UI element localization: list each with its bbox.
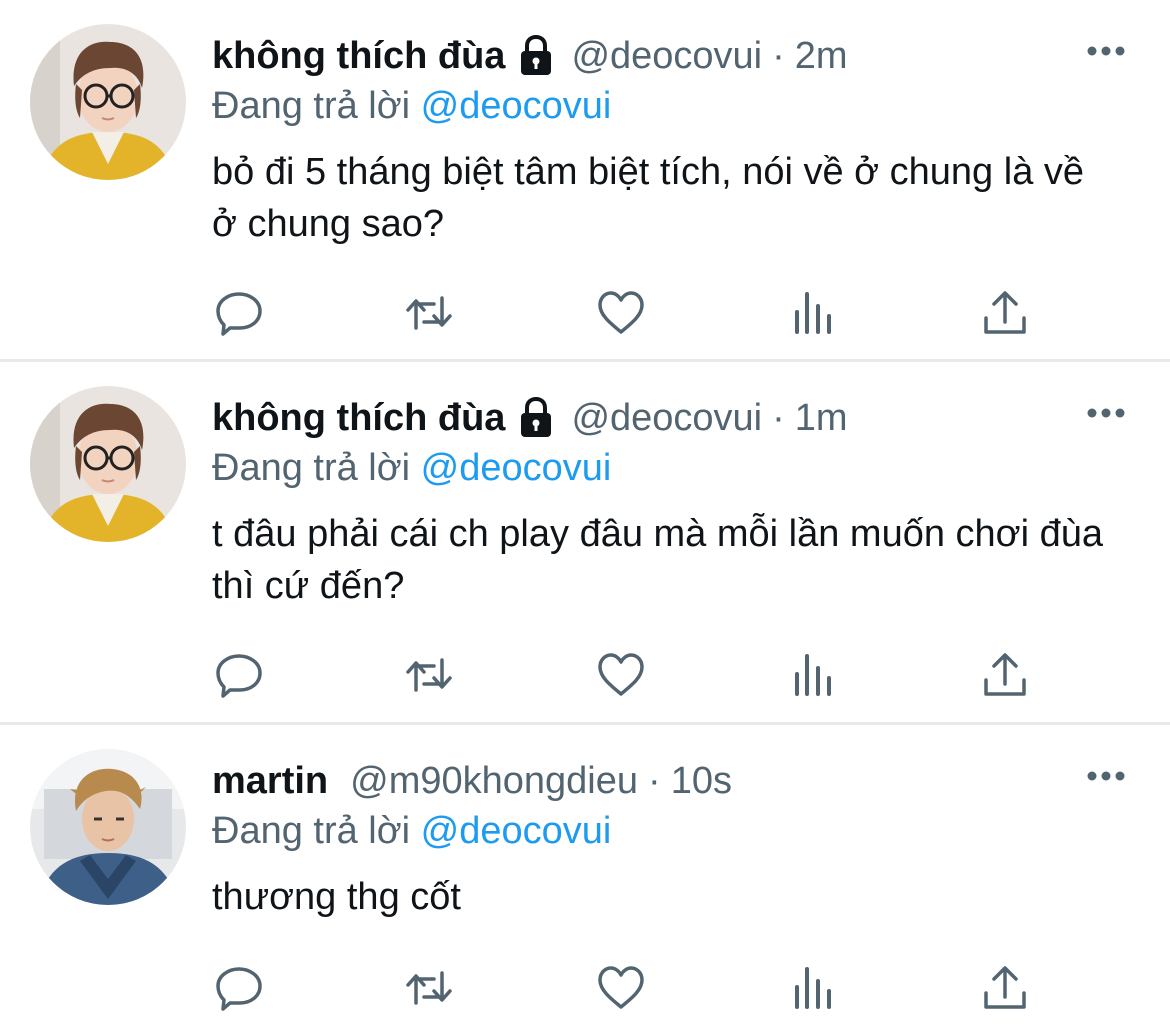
reply-context: Đang trả lời @deocovui <box>212 807 611 855</box>
share-icon[interactable] <box>980 650 1030 700</box>
display-name[interactable]: martin <box>212 757 328 805</box>
reply-mention[interactable]: @deocovui <box>421 810 612 852</box>
avatar[interactable] <box>30 749 186 905</box>
tweet-text: bỏ đi 5 tháng biệt tâm biệt tích, nói về… <box>212 151 1085 245</box>
reply-prefix: Đang trả lời <box>212 447 411 489</box>
tweet-actions <box>212 288 1042 338</box>
tweet-actions <box>212 650 1042 700</box>
timestamp[interactable]: 1m <box>795 394 848 442</box>
avatar[interactable] <box>30 386 186 542</box>
separator: · <box>772 35 785 77</box>
reply-context: Đang trả lời @deocovui <box>212 82 611 130</box>
like-icon[interactable] <box>596 288 646 338</box>
lock-icon <box>517 396 555 440</box>
reply-prefix: Đang trả lời <box>212 810 411 852</box>
tweet-header: martin @m90khongdieu · 10s <box>212 757 732 805</box>
tweet[interactable]: không thích đùa @deocovui · 2m Đang trả … <box>0 0 1170 360</box>
display-name[interactable]: không thích đùa <box>212 32 505 80</box>
lock-icon <box>517 34 555 78</box>
analytics-icon[interactable] <box>788 963 838 1013</box>
tweet[interactable]: không thích đùa @deocovui · 1m Đang trả … <box>0 362 1170 722</box>
timestamp[interactable]: 2m <box>795 32 848 80</box>
analytics-icon[interactable] <box>788 650 838 700</box>
like-icon[interactable] <box>596 963 646 1013</box>
more-icon[interactable] <box>1086 769 1126 783</box>
separator: · <box>772 397 785 439</box>
retweet-icon[interactable] <box>404 963 454 1013</box>
user-handle[interactable]: @deocovui <box>571 394 762 442</box>
display-name[interactable]: không thích đùa <box>212 394 505 442</box>
tweet-text: thương thg cốt <box>212 876 461 918</box>
like-icon[interactable] <box>596 650 646 700</box>
reply-icon[interactable] <box>214 963 264 1013</box>
reply-icon[interactable] <box>214 288 264 338</box>
user-handle[interactable]: @deocovui <box>571 32 762 80</box>
avatar[interactable] <box>30 24 186 180</box>
reply-prefix: Đang trả lời <box>212 85 411 127</box>
timestamp[interactable]: 10s <box>671 757 732 805</box>
retweet-icon[interactable] <box>404 650 454 700</box>
tweet[interactable]: martin @m90khongdieu · 10s Đang trả lời … <box>0 725 1170 1026</box>
reply-mention[interactable]: @deocovui <box>421 447 612 489</box>
share-icon[interactable] <box>980 288 1030 338</box>
share-icon[interactable] <box>980 963 1030 1013</box>
reply-icon[interactable] <box>214 650 264 700</box>
separator: · <box>648 760 661 802</box>
user-handle[interactable]: @m90khongdieu <box>350 757 638 805</box>
more-icon[interactable] <box>1086 406 1126 420</box>
more-icon[interactable] <box>1086 44 1126 58</box>
tweet-text: t đâu phải cái ch play đâu mà mỗi lần mu… <box>212 513 1103 607</box>
tweet-header: không thích đùa @deocovui · 2m <box>212 32 848 80</box>
reply-context: Đang trả lời @deocovui <box>212 444 611 492</box>
tweet-header: không thích đùa @deocovui · 1m <box>212 394 848 442</box>
retweet-icon[interactable] <box>404 288 454 338</box>
tweet-actions <box>212 963 1042 1013</box>
analytics-icon[interactable] <box>788 288 838 338</box>
reply-mention[interactable]: @deocovui <box>421 85 612 127</box>
